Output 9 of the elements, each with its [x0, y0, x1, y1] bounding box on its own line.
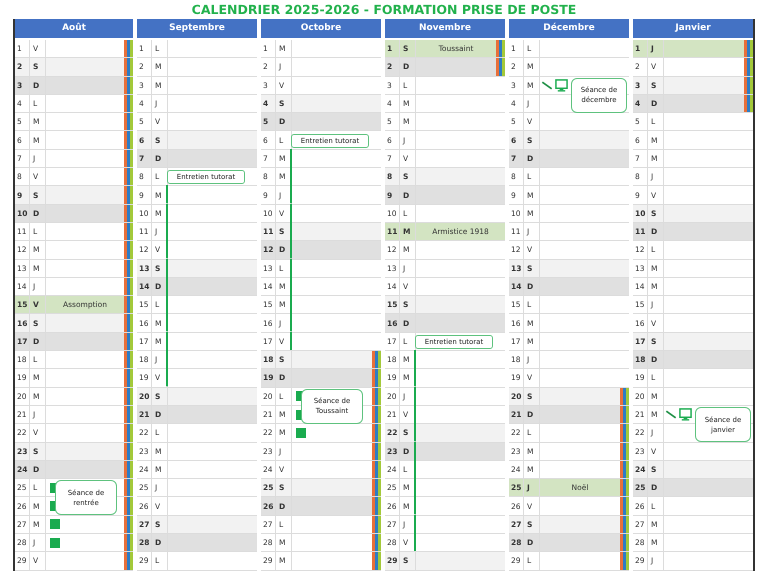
slash-mark: [665, 408, 677, 421]
month-header: Décembre: [509, 19, 629, 38]
month-header: Octobre: [261, 19, 381, 38]
month-header: Septembre: [137, 19, 257, 38]
month-header: Janvier: [633, 19, 753, 38]
calendar-title: CALENDRIER 2025-2026 - FORMATION PRISE DE POSTE: [190, 1, 578, 19]
month-header: Août: [15, 19, 133, 38]
slash-mark: [541, 78, 553, 92]
month-header: Novembre: [385, 19, 505, 38]
